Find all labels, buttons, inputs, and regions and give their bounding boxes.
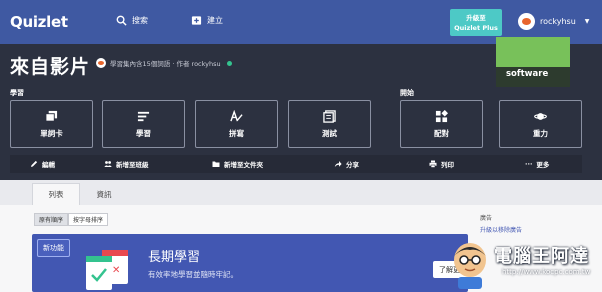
mode-label-test: 測試 [322,128,337,138]
search-icon [116,15,127,26]
promo-subtitle: 有效率地學習並隨時牢記。 [148,270,238,279]
set-meta: 學習集內含15個詞語 · 作者 rockyhsu [96,58,232,68]
play-section-label: 開始 [400,89,414,97]
sort-toggle: 原有順序 按字母排序 [34,213,109,226]
svg-text:✕: ✕ [112,265,120,276]
set-meta-text: 學習集內含15個詞語 · 作者 rockyhsu [110,60,221,68]
cards-illustration-icon: ✕ [86,250,128,290]
flashcards-icon [45,110,58,122]
add-to-folder-label: 新增至文件夾 [224,161,263,169]
test-button[interactable]: 測試 [288,100,371,148]
more-dots-icon: ··· [525,160,533,168]
printer-icon [429,160,437,168]
users-icon [104,161,112,167]
edit-label: 編輯 [42,161,55,169]
share-icon [334,161,342,167]
tab-bar: 列表 資訊 [0,180,602,205]
new-feature-badge: 新功能 [37,239,70,257]
watermark: 電腦王阿達 http://www.kocpc.com.tw [442,236,602,292]
add-to-class-label: 新增至班級 [116,161,149,169]
upgrade-button[interactable]: 升級至 Quizlet Plus [450,9,502,36]
remove-ads-link[interactable]: 升級以移除廣告 [480,225,522,234]
page-title: 來自影片 [10,56,91,78]
print-label: 列印 [441,161,454,169]
folder-icon [212,161,220,167]
create-nav-item[interactable]: 建立 [191,15,223,26]
mode-label-gravity: 重力 [533,128,548,138]
online-status-dot [226,60,232,66]
watermark-title: 電腦王阿達 [494,246,589,267]
advertisement[interactable]: software [496,37,570,87]
mode-label-match: 配對 [434,128,449,138]
search-nav-item[interactable]: 搜索 [116,15,148,26]
create-label: 建立 [207,16,223,25]
search-label: 搜索 [132,16,148,25]
match-icon [435,109,448,122]
create-icon [191,16,202,25]
sort-original-button[interactable]: 原有順序 [34,213,69,226]
watermark-url: http://www.kocpc.com.tw [502,268,591,276]
set-actions-toolbar: 編輯 新增至班級 新增至文件夾 分享 列印 ··· 更多 [10,155,582,173]
write-button[interactable]: 拼寫 [195,100,278,148]
tab-list[interactable]: 列表 [32,183,80,205]
share-label: 分享 [346,161,359,169]
flashcards-button[interactable]: 單詞卡 [10,100,93,148]
promo-title: 長期學習 [148,250,201,265]
mode-label-learn: 學習 [136,128,151,138]
author-avatar [96,58,106,68]
chevron-down-icon: ▼ [584,18,590,25]
sort-alphabetical-button[interactable]: 按字母排序 [68,213,109,226]
study-section-label: 學習 [10,89,24,97]
print-button[interactable]: 列印 [429,159,454,169]
ad-header: 廣告 升級以移除廣告 [480,213,522,234]
gravity-button[interactable]: 重力 [499,100,582,148]
long-term-learning-banner: 新功能 ✕ 長期學習 有效率地學習並隨時牢記。 了解更多 [32,234,468,292]
match-button[interactable]: 配對 [400,100,483,148]
mode-label-flashcards: 單詞卡 [40,128,63,138]
edit-button[interactable]: 編輯 [30,159,55,169]
page: Quizlet 搜索 建立 升級至 Quizlet Plus rockyhsu … [0,0,602,292]
more-button[interactable]: ··· 更多 [525,159,549,169]
share-button[interactable]: 分享 [334,159,359,169]
user-menu[interactable]: rockyhsu ▼ [518,13,589,30]
username: rockyhsu [540,17,576,26]
learn-icon [137,111,150,121]
mascot-icon [454,243,486,289]
test-icon [323,109,336,123]
add-to-class-button[interactable]: 新增至班級 [104,159,149,169]
more-label: 更多 [536,161,550,169]
upgrade-line2: Quizlet Plus [454,24,498,32]
add-to-folder-button[interactable]: 新增至文件夾 [212,159,263,169]
pencil-icon [31,160,38,167]
ad-text: software [506,69,549,79]
learn-button[interactable]: 學習 [102,100,185,148]
upgrade-line1: 升級至 [466,14,486,22]
avatar [518,13,535,30]
tab-info[interactable]: 資訊 [80,183,128,205]
ad-label: 廣告 [480,215,493,222]
write-icon [230,109,243,121]
mode-label-write: 拼寫 [229,128,244,138]
quizlet-logo[interactable]: Quizlet [10,13,68,31]
planet-icon [534,112,547,120]
